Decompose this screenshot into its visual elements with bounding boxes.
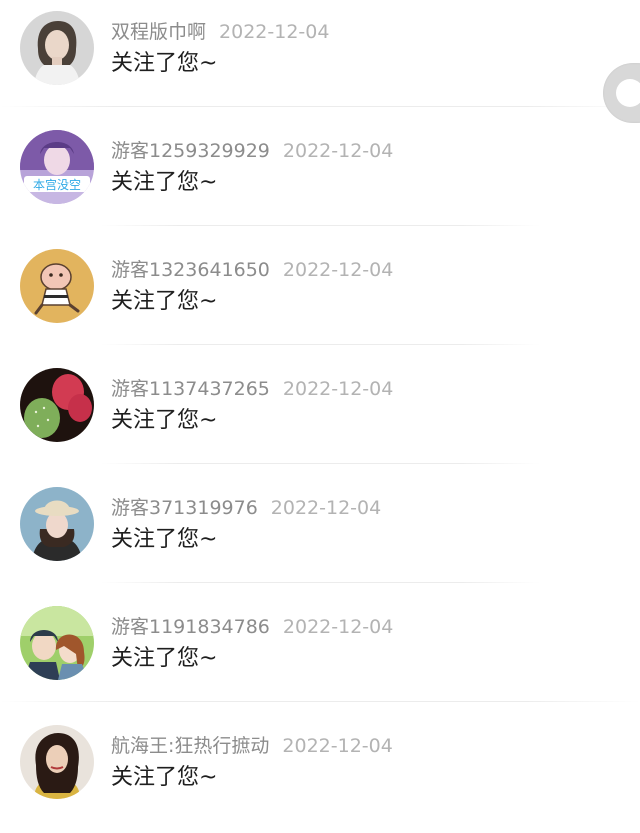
timestamp: 2022-12-04 bbox=[282, 616, 394, 638]
notification-meta: 游客1259329929 2022-12-04 bbox=[111, 139, 393, 163]
notification-meta: 航海王:狂热行摭动 2022-12-04 bbox=[111, 734, 393, 758]
timestamp: 2022-12-04 bbox=[282, 259, 394, 281]
divider bbox=[100, 344, 540, 345]
username-link[interactable]: 游客1323641650 bbox=[111, 259, 270, 281]
divider bbox=[0, 106, 640, 107]
timestamp: 2022-12-04 bbox=[282, 735, 393, 757]
list-item[interactable]: 本宫没空 游客1259329929 2022-12-04 关注了您~ bbox=[0, 119, 640, 238]
list-item[interactable]: 双程版巾啊 2022-12-04 关注了您~ bbox=[0, 0, 640, 119]
list-item[interactable]: 游客1191834786 2022-12-04 关注了您~ bbox=[0, 595, 640, 714]
girl-with-hat-avatar-icon bbox=[20, 487, 94, 561]
cactus-flower-avatar-icon bbox=[20, 368, 94, 442]
notification-message: 关注了您~ bbox=[111, 51, 218, 76]
username-link[interactable]: 游客1191834786 bbox=[111, 616, 270, 638]
avatar[interactable] bbox=[20, 368, 94, 442]
username-link[interactable]: 游客371319976 bbox=[111, 497, 258, 519]
username-link[interactable]: 游客1137437265 bbox=[111, 378, 270, 400]
avatar[interactable] bbox=[20, 249, 94, 323]
username-link[interactable]: 航海王:狂热行摭动 bbox=[111, 735, 269, 757]
avatar[interactable] bbox=[20, 487, 94, 561]
purple-girl-avatar-icon: 本宫没空 bbox=[20, 130, 94, 204]
notification-meta: 游客1191834786 2022-12-04 bbox=[111, 615, 393, 639]
avatar[interactable] bbox=[20, 725, 94, 799]
notification-message: 关注了您~ bbox=[111, 289, 218, 314]
anime-couple-avatar-icon bbox=[20, 606, 94, 680]
cartoon-pig-karate-avatar-icon bbox=[20, 249, 94, 323]
notification-message: 关注了您~ bbox=[111, 170, 218, 195]
timestamp: 2022-12-04 bbox=[282, 140, 394, 162]
avatar[interactable] bbox=[20, 11, 94, 85]
avatar-caption: 本宫没空 bbox=[33, 177, 81, 192]
divider bbox=[100, 225, 540, 226]
divider bbox=[100, 582, 540, 583]
notification-meta: 游客1323641650 2022-12-04 bbox=[111, 258, 393, 282]
divider bbox=[0, 701, 640, 702]
notification-message: 关注了您~ bbox=[111, 646, 218, 671]
notification-meta: 游客371319976 2022-12-04 bbox=[111, 496, 381, 520]
notification-message: 关注了您~ bbox=[111, 408, 218, 433]
notification-message: 关注了您~ bbox=[111, 765, 218, 790]
notification-meta: 游客1137437265 2022-12-04 bbox=[111, 377, 393, 401]
woman-long-hair-avatar-icon bbox=[20, 725, 94, 799]
notification-message: 关注了您~ bbox=[111, 527, 218, 552]
woman-short-hair-avatar-icon bbox=[20, 11, 94, 85]
list-item[interactable]: 游客371319976 2022-12-04 关注了您~ bbox=[0, 476, 640, 595]
notification-meta: 双程版巾啊 2022-12-04 bbox=[111, 20, 329, 44]
list-item[interactable]: 游客1323641650 2022-12-04 关注了您~ bbox=[0, 238, 640, 357]
username-link[interactable]: 双程版巾啊 bbox=[111, 21, 206, 43]
avatar[interactable]: 本宫没空 bbox=[20, 130, 94, 204]
list-item[interactable]: 航海王:狂热行摭动 2022-12-04 关注了您~ bbox=[0, 714, 640, 833]
divider bbox=[100, 463, 540, 464]
timestamp: 2022-12-04 bbox=[219, 21, 330, 43]
username-link[interactable]: 游客1259329929 bbox=[111, 140, 270, 162]
list-item[interactable]: 游客1137437265 2022-12-04 关注了您~ bbox=[0, 357, 640, 476]
avatar[interactable] bbox=[20, 606, 94, 680]
timestamp: 2022-12-04 bbox=[270, 497, 382, 519]
timestamp: 2022-12-04 bbox=[282, 378, 394, 400]
